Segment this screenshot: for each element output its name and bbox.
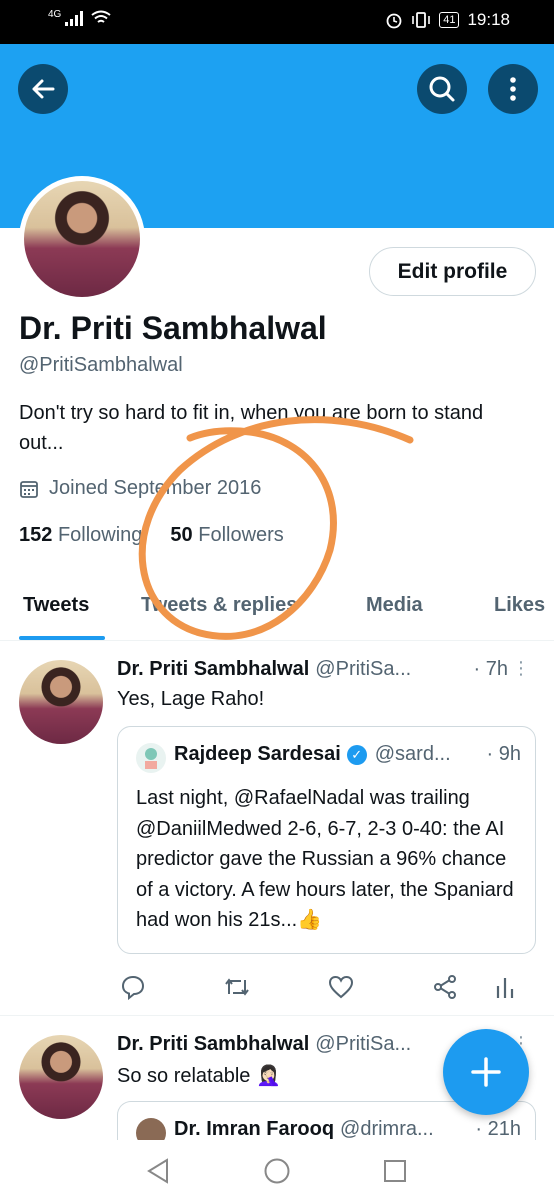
tweet-more-icon[interactable]: ⋮ <box>512 658 530 679</box>
tweet-author: Dr. Priti Sambhalwal <box>117 658 310 680</box>
quoted-author: Dr. Imran Farooq <box>174 1118 335 1140</box>
alarm-icon <box>386 13 402 29</box>
more-vertical-icon <box>510 77 516 101</box>
profile-name: Dr. Priti Sambhalwal <box>19 310 327 346</box>
compose-tweet-button[interactable] <box>443 1029 529 1115</box>
calendar-icon <box>20 480 38 498</box>
following-label: Following <box>57 524 143 546</box>
joined-text: Joined September 2016 <box>49 477 262 499</box>
profile-bio: Don't try so hard to fit in, when you ar… <box>19 402 484 454</box>
battery-indicator: 41 <box>439 12 460 28</box>
like-button[interactable] <box>326 972 356 1002</box>
followers-label: Followers <box>198 524 284 546</box>
search-icon <box>429 76 455 102</box>
analytics-button[interactable] <box>490 972 520 1002</box>
tab-active-indicator <box>19 636 105 640</box>
quoted-header: Rajdeep Sardesai ✓ @sard... <box>174 743 524 766</box>
triangle-back-icon <box>147 1158 168 1184</box>
quoted-tweet[interactable]: Rajdeep Sardesai ✓ @sard... · 9h Last ni… <box>117 726 536 954</box>
tweet-avatar[interactable] <box>19 660 103 744</box>
tab-likes[interactable]: Likes <box>494 594 545 617</box>
tab-tweets[interactable]: Tweets <box>23 594 89 617</box>
quoted-time: · 21h <box>475 1118 521 1140</box>
profile-avatar[interactable] <box>19 176 145 302</box>
verified-badge-icon: ✓ <box>346 744 367 765</box>
tweet-text: So so relatable 🤦🏻‍♀️ <box>117 1065 281 1087</box>
following-count: 152 <box>19 524 53 546</box>
tab-media[interactable]: Media <box>366 594 423 617</box>
network-type: 4G <box>48 9 62 20</box>
system-navigation-bar <box>0 1140 554 1200</box>
tweet[interactable]: Dr. Priti Sambhalwal @PritiSa... · 7h ⋮ … <box>0 642 554 1016</box>
reply-icon <box>121 975 145 1000</box>
retweet-icon <box>225 978 249 996</box>
heart-icon <box>328 975 354 999</box>
quoted-handle: @drimra... <box>340 1118 434 1140</box>
profile-handle: @PritiSambhalwal <box>19 354 183 376</box>
signal-icon <box>65 11 84 26</box>
following-link[interactable]: 152 Following <box>19 524 142 547</box>
clock: 19:18 <box>467 10 510 29</box>
tweet-text: Yes, Lage Raho! <box>117 688 265 710</box>
profile-tabs: Tweets Tweets & replies Media Likes <box>0 578 554 641</box>
retweet-button[interactable] <box>222 972 252 1002</box>
followers-count: 50 <box>170 524 193 546</box>
quoted-time: · 9h <box>486 743 521 765</box>
nav-recents-button[interactable] <box>380 1156 410 1186</box>
nav-home-button[interactable] <box>262 1156 292 1186</box>
reply-button[interactable] <box>118 972 148 1002</box>
analytics-icon <box>496 978 514 998</box>
quoted-author: Rajdeep Sardesai <box>174 743 341 765</box>
square-recents-icon <box>384 1160 406 1182</box>
followers-link[interactable]: 50 Followers <box>170 524 283 547</box>
nav-back-button[interactable] <box>143 1156 173 1186</box>
search-button[interactable] <box>417 64 467 114</box>
circle-home-icon <box>264 1158 290 1184</box>
tweet-handle: @PritiSa... <box>315 658 412 680</box>
tweet-time: · 7h <box>473 658 508 680</box>
vibrate-icon <box>412 12 431 28</box>
tab-tweets-replies[interactable]: Tweets & replies <box>141 594 297 617</box>
tweet-author: Dr. Priti Sambhalwal <box>117 1033 310 1055</box>
tweet-actions <box>118 972 518 1002</box>
avatar <box>24 181 140 297</box>
wifi-icon <box>91 10 111 23</box>
joined-date: Joined September 2016 <box>19 477 261 500</box>
quoted-text: Last night, @RafaelNadal was trailing @D… <box>136 787 514 931</box>
tweet-avatar[interactable] <box>19 1035 103 1119</box>
more-options-button[interactable] <box>488 64 538 114</box>
quoted-header: Dr. Imran Farooq @drimra... <box>174 1118 474 1141</box>
back-button[interactable] <box>18 64 68 114</box>
follow-stats: 152 Following 50 Followers <box>19 524 284 547</box>
plus-icon <box>471 1057 501 1087</box>
status-bar: 4G 41 19:18 <box>0 0 554 44</box>
share-button[interactable] <box>430 972 460 1002</box>
edit-profile-button[interactable]: Edit profile <box>369 247 536 296</box>
quoted-avatar <box>136 743 166 773</box>
tweet-handle: @PritiSa... <box>315 1033 412 1055</box>
quoted-handle: @sard... <box>374 743 451 765</box>
share-icon <box>434 975 456 999</box>
quoted-avatar-logo-icon <box>145 748 157 769</box>
arrow-left-icon <box>32 79 55 99</box>
